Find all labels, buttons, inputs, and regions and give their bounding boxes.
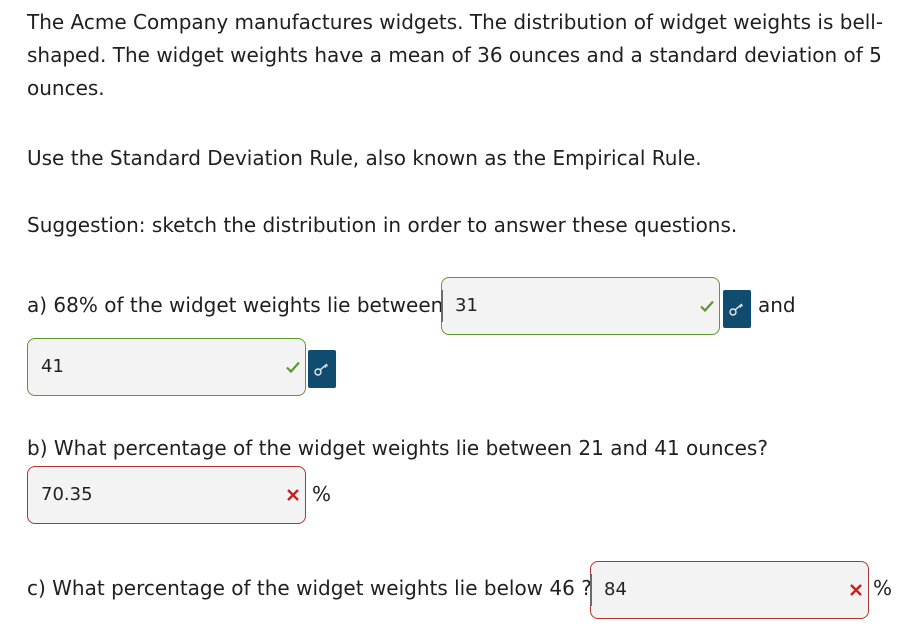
key-icon xyxy=(314,363,328,376)
show-answer-key-button[interactable] xyxy=(723,290,751,328)
part-b-answer-field[interactable]: 70.35 xyxy=(27,466,306,524)
rule-instruction: Use the Standard Deviation Rule, also kn… xyxy=(27,146,702,170)
x-icon xyxy=(850,584,862,596)
part-a-answer2-value: 41 xyxy=(41,356,64,377)
suggestion-text: Suggestion: sketch the distribution in o… xyxy=(27,213,738,237)
check-icon xyxy=(286,361,300,374)
problem-intro: The Acme Company manufactures widgets. T… xyxy=(27,10,884,100)
part-c-answer-field[interactable]: 84 xyxy=(590,561,869,619)
part-c-prompt: c) What percentage of the widget weights… xyxy=(27,576,592,600)
part-b-unit: % xyxy=(312,482,332,506)
part-a-connector: and xyxy=(758,293,796,317)
show-answer-key-button[interactable] xyxy=(308,350,336,388)
field-divider xyxy=(441,290,443,322)
part-b-answer-value: 70.35 xyxy=(41,484,93,505)
check-icon xyxy=(700,300,714,313)
part-c-answer-value: 84 xyxy=(604,579,627,600)
part-a-answer1-value: 31 xyxy=(455,295,478,316)
part-a-prompt: a) 68% of the widget weights lie between xyxy=(27,293,444,317)
part-c-unit: % xyxy=(873,576,893,600)
x-icon xyxy=(287,489,299,501)
key-icon xyxy=(729,303,743,316)
part-a-answer2-field[interactable]: 41 xyxy=(27,338,306,396)
part-b-prompt: b) What percentage of the widget weights… xyxy=(27,436,768,460)
part-a-answer1-field[interactable]: 31 xyxy=(441,277,720,335)
field-divider xyxy=(590,574,592,606)
